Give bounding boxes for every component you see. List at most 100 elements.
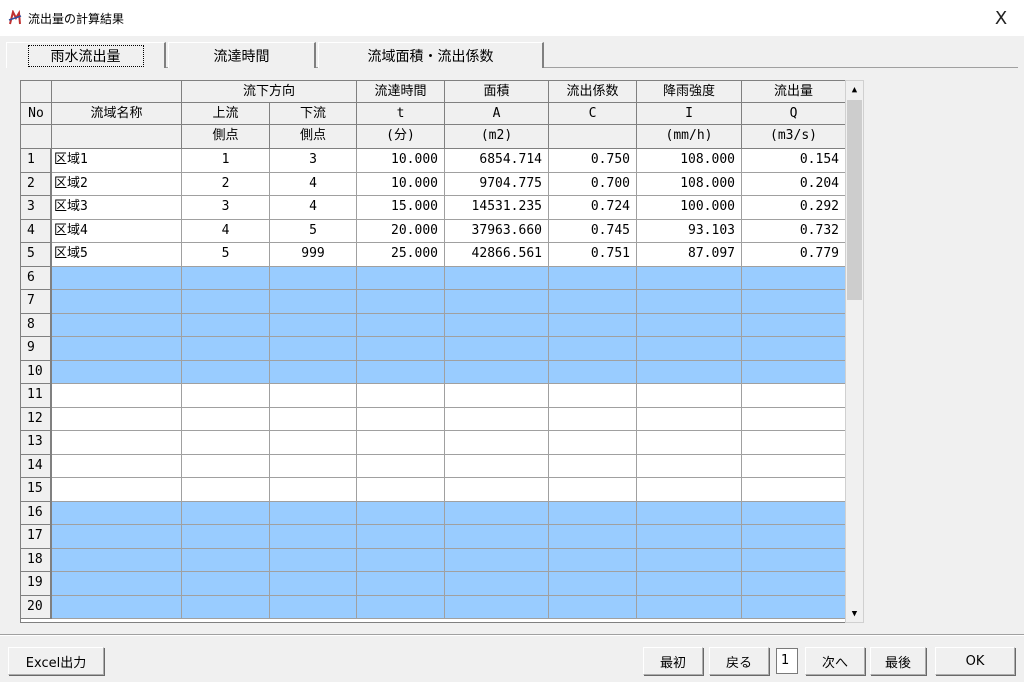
runoff-cell[interactable]: 0.732	[742, 219, 846, 243]
runoff-coef-cell[interactable]	[549, 313, 637, 337]
row-number[interactable]: 3	[21, 196, 52, 220]
runoff-cell[interactable]	[742, 454, 846, 478]
downstream-node-cell[interactable]	[270, 501, 357, 525]
page-number-field[interactable]: 1	[776, 648, 798, 674]
basin-name-cell[interactable]	[52, 525, 182, 549]
area-cell[interactable]	[445, 337, 549, 361]
basin-name-cell[interactable]	[52, 431, 182, 455]
area-cell[interactable]	[445, 407, 549, 431]
scroll-thumb[interactable]	[847, 100, 862, 300]
runoff-coef-cell[interactable]	[549, 454, 637, 478]
runoff-cell[interactable]	[742, 290, 846, 314]
downstream-node-cell[interactable]: 3	[270, 149, 357, 173]
upstream-node-cell[interactable]	[182, 360, 270, 384]
area-cell[interactable]	[445, 384, 549, 408]
runoff-cell[interactable]: 0.204	[742, 172, 846, 196]
rain-intensity-cell[interactable]	[637, 384, 742, 408]
runoff-cell[interactable]	[742, 548, 846, 572]
runoff-cell[interactable]	[742, 360, 846, 384]
arrival-time-cell[interactable]	[357, 431, 445, 455]
rain-intensity-cell[interactable]	[637, 313, 742, 337]
area-cell[interactable]	[445, 313, 549, 337]
rain-intensity-cell[interactable]	[637, 595, 742, 619]
tab-arrival-time[interactable]: 流達時間	[168, 42, 316, 68]
downstream-node-cell[interactable]	[270, 360, 357, 384]
downstream-node-cell[interactable]	[270, 525, 357, 549]
area-cell[interactable]	[445, 595, 549, 619]
row-number[interactable]: 16	[21, 501, 52, 525]
upstream-node-cell[interactable]: 5	[182, 243, 270, 267]
downstream-node-cell[interactable]: 999	[270, 243, 357, 267]
next-button[interactable]: 次へ	[805, 647, 865, 675]
area-cell[interactable]	[445, 548, 549, 572]
arrival-time-cell[interactable]	[357, 360, 445, 384]
downstream-node-cell[interactable]	[270, 478, 357, 502]
arrival-time-cell[interactable]: 15.000	[357, 196, 445, 220]
area-cell[interactable]: 14531.235	[445, 196, 549, 220]
upstream-node-cell[interactable]	[182, 337, 270, 361]
rain-intensity-cell[interactable]: 108.000	[637, 149, 742, 173]
rain-intensity-cell[interactable]: 100.000	[637, 196, 742, 220]
tab-rainwater-runoff[interactable]: 雨水流出量	[6, 42, 166, 68]
area-cell[interactable]: 42866.561	[445, 243, 549, 267]
runoff-coef-cell[interactable]	[549, 595, 637, 619]
first-page-button[interactable]: 最初	[643, 647, 703, 675]
rain-intensity-cell[interactable]	[637, 337, 742, 361]
basin-name-cell[interactable]	[52, 407, 182, 431]
area-cell[interactable]	[445, 501, 549, 525]
area-cell[interactable]	[445, 266, 549, 290]
downstream-node-cell[interactable]: 4	[270, 172, 357, 196]
upstream-node-cell[interactable]	[182, 454, 270, 478]
rain-intensity-cell[interactable]: 93.103	[637, 219, 742, 243]
row-number[interactable]: 17	[21, 525, 52, 549]
rain-intensity-cell[interactable]	[637, 501, 742, 525]
rain-intensity-cell[interactable]	[637, 431, 742, 455]
area-cell[interactable]	[445, 525, 549, 549]
basin-name-cell[interactable]	[52, 478, 182, 502]
area-cell[interactable]: 9704.775	[445, 172, 549, 196]
upstream-node-cell[interactable]	[182, 548, 270, 572]
arrival-time-cell[interactable]: 10.000	[357, 149, 445, 173]
rain-intensity-cell[interactable]	[637, 407, 742, 431]
row-number[interactable]: 19	[21, 572, 52, 596]
basin-name-cell[interactable]	[52, 572, 182, 596]
runoff-cell[interactable]	[742, 266, 846, 290]
arrival-time-cell[interactable]	[357, 337, 445, 361]
area-cell[interactable]: 37963.660	[445, 219, 549, 243]
upstream-node-cell[interactable]	[182, 478, 270, 502]
arrival-time-cell[interactable]	[357, 525, 445, 549]
upstream-node-cell[interactable]	[182, 407, 270, 431]
area-cell[interactable]	[445, 290, 549, 314]
basin-name-cell[interactable]	[52, 454, 182, 478]
runoff-coef-cell[interactable]: 0.750	[549, 149, 637, 173]
runoff-coef-cell[interactable]	[549, 384, 637, 408]
runoff-coef-cell[interactable]	[549, 266, 637, 290]
runoff-coef-cell[interactable]: 0.724	[549, 196, 637, 220]
area-cell[interactable]	[445, 478, 549, 502]
upstream-node-cell[interactable]	[182, 266, 270, 290]
basin-name-cell[interactable]	[52, 548, 182, 572]
close-button[interactable]: X	[978, 0, 1024, 36]
runoff-cell[interactable]: 0.154	[742, 149, 846, 173]
upstream-node-cell[interactable]: 3	[182, 196, 270, 220]
row-number[interactable]: 20	[21, 595, 52, 619]
arrival-time-cell[interactable]: 25.000	[357, 243, 445, 267]
downstream-node-cell[interactable]	[270, 454, 357, 478]
ok-button[interactable]: OK	[935, 647, 1015, 675]
runoff-cell[interactable]	[742, 384, 846, 408]
downstream-node-cell[interactable]: 4	[270, 196, 357, 220]
upstream-node-cell[interactable]	[182, 525, 270, 549]
runoff-cell[interactable]	[742, 595, 846, 619]
runoff-coef-cell[interactable]: 0.745	[549, 219, 637, 243]
downstream-node-cell[interactable]	[270, 548, 357, 572]
row-number[interactable]: 9	[21, 337, 52, 361]
area-cell[interactable]	[445, 431, 549, 455]
runoff-cell[interactable]	[742, 525, 846, 549]
downstream-node-cell[interactable]	[270, 595, 357, 619]
rain-intensity-cell[interactable]: 108.000	[637, 172, 742, 196]
arrival-time-cell[interactable]	[357, 454, 445, 478]
row-number[interactable]: 12	[21, 407, 52, 431]
back-button[interactable]: 戻る	[709, 647, 769, 675]
downstream-node-cell[interactable]	[270, 266, 357, 290]
basin-name-cell[interactable]	[52, 501, 182, 525]
